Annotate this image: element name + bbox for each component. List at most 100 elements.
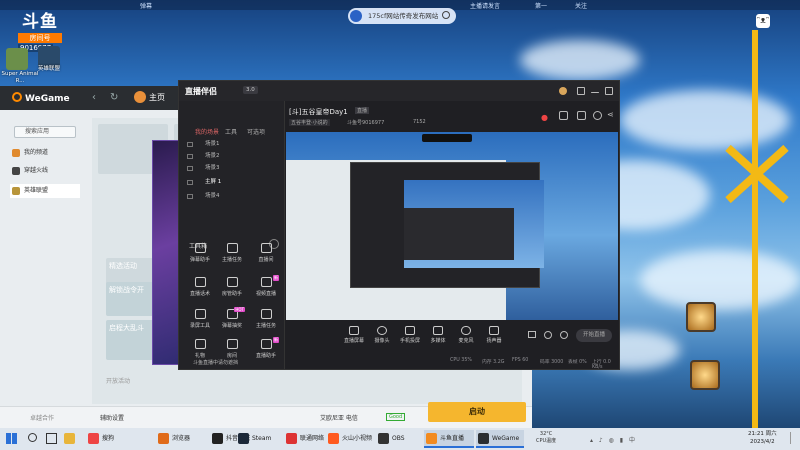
gear-icon[interactable] (560, 331, 568, 339)
tool-task2[interactable]: 主播任务 (251, 309, 281, 335)
scene-item-active[interactable]: 主屏 1 (185, 177, 275, 188)
close-icon[interactable] (605, 87, 613, 95)
microphone-button[interactable]: 麦克风 (454, 326, 478, 344)
stream-title[interactable]: [斗]五谷皇帝Day1 (289, 107, 348, 117)
status-bar: CPU 35% 内存 3.2G FPS 60 码率 3000 丢帧 0% 上行 … (286, 354, 618, 370)
taskbar-item-browser[interactable]: 浏览器 (156, 430, 202, 448)
sidebar-item-lol[interactable]: 英雄联盟 (10, 184, 80, 198)
server-select[interactable]: 艾欧尼亚 电信 (320, 413, 358, 422)
tab-home[interactable]: 主页 (134, 91, 165, 105)
notification-bell-icon[interactable]: ● (541, 113, 548, 122)
taskbar-item-douyu[interactable]: 斗鱼直播 (424, 430, 474, 448)
status-upload: 上行 0.0 KB/s (592, 360, 611, 370)
category-tag[interactable]: 五谷丰登·小说的 (289, 119, 330, 126)
stream-info-bar: [斗]五谷皇帝Day1 直播 五谷丰登·小说的 斗鱼号9016977 7152 … (287, 103, 619, 133)
desktop-app-icon[interactable] (6, 48, 28, 70)
panel-title: 开放活动 (106, 378, 131, 385)
preview-nested-window (404, 208, 514, 260)
show-desktop-button[interactable] (790, 432, 796, 444)
tool-task[interactable]: 主播任务 (217, 243, 247, 269)
clock[interactable]: 21:21 周六 2023/4/2 (748, 430, 777, 446)
windows-start-icon[interactable] (6, 433, 17, 444)
record-icon[interactable] (577, 111, 586, 120)
cloud (640, 250, 800, 310)
search-icon[interactable] (442, 11, 450, 19)
tab-tools[interactable]: 工具 (225, 127, 237, 136)
lock-icon[interactable] (559, 111, 568, 120)
railway-pole (752, 30, 758, 428)
scene-item[interactable]: 场景2 (185, 151, 275, 162)
desktop-app-label: 英雄联盟 (37, 66, 60, 72)
preview-controls (286, 320, 618, 350)
lol-desktop-icon[interactable] (38, 46, 60, 68)
tool-danmu[interactable]: 弹幕助手 (185, 243, 215, 269)
footer-left: 卓越合作 (30, 415, 55, 422)
cpu-temp-widget: 32°C CPU温度 (536, 431, 557, 444)
taskbar-item-obs[interactable]: OBS (376, 430, 420, 448)
screen-capture-button[interactable]: 直播屏幕 (342, 326, 366, 344)
file-explorer-icon[interactable] (64, 433, 75, 444)
user-avatar[interactable] (559, 87, 567, 95)
tool-lottery[interactable]: 弹幕抽奖 HOT (217, 307, 247, 335)
scene-item[interactable]: 场景4 (185, 191, 275, 202)
launch-button[interactable]: 启动 (428, 402, 526, 422)
promo-tile[interactable]: 启程大乱斗 (106, 320, 156, 360)
sidebar-item-cf[interactable]: 穿越火线 (10, 164, 80, 178)
eye-icon[interactable] (544, 331, 552, 339)
scene-item[interactable]: 场景3 (185, 163, 275, 174)
signal-lamp (686, 302, 716, 332)
bottom-tip: 斗鱼直播中请勿遮挡 (193, 360, 239, 366)
top-search-bar[interactable]: 175cf网站传奇发布网站 (348, 8, 456, 24)
tool-script[interactable]: 直播话术 (185, 277, 215, 303)
taskbar-item-huoshan[interactable]: 火山小视频 (326, 430, 374, 448)
taskbar-item-steam[interactable]: Steam (236, 430, 280, 448)
tab-options[interactable]: 可选项 (247, 127, 265, 136)
topbar-left: 弹幕 (140, 3, 153, 10)
taskbar-item-wegame[interactable]: WeGame (476, 430, 524, 448)
scene-item[interactable]: 场景1 (185, 139, 275, 150)
taskbar-item-sogou[interactable]: 搜狗 (86, 430, 136, 448)
promo-tile[interactable]: 解锁战令开 (106, 282, 156, 316)
tool-admin[interactable]: 房管助手 (217, 277, 247, 303)
speaker-button[interactable]: 扬声器 (482, 326, 506, 344)
room-id: 斗鱼号9016977 (347, 120, 385, 126)
title-tag: 直播 (355, 107, 370, 114)
home-avatar-icon (134, 91, 146, 103)
zbs-titlebar: 直播伴侣 3.0 (179, 81, 619, 101)
cat-icon[interactable]: ᵔᴥᵔ (756, 14, 770, 28)
wegame-logo-icon (12, 92, 22, 102)
tool-room[interactable]: 直播间 (251, 243, 281, 269)
task-view-icon[interactable] (46, 433, 57, 444)
camera-button[interactable]: 摄像头 (370, 326, 394, 344)
cloud (620, 90, 790, 150)
app-search-input[interactable]: 搜索应用 (14, 126, 76, 138)
taskbar-item-network[interactable]: 联通网络 (284, 430, 330, 448)
tab-scenes[interactable]: 我的场景 (195, 127, 219, 136)
media-button[interactable]: 多媒体 (426, 326, 450, 344)
status-cpu: CPU 35% (450, 358, 472, 363)
douyu-logo-text: 斗鱼 (22, 12, 58, 32)
system-tray-icons[interactable]: ▴ ♪ ◍ ▮ 中 (590, 435, 680, 444)
zbs-logo: 直播伴侣 (185, 87, 217, 96)
taskbar-search-icon[interactable] (28, 433, 37, 442)
status-dropped: 丢帧 0% (568, 360, 587, 365)
tool-record[interactable]: 录屏工具 (185, 309, 215, 335)
sidebar-item-channel[interactable]: 我的频道 (10, 146, 80, 160)
start-live-button[interactable]: 开始直播 (576, 329, 612, 342)
stream-preview[interactable] (286, 132, 618, 320)
share-icon[interactable]: ⋖ (607, 110, 614, 119)
minimize-icon[interactable] (591, 92, 599, 93)
status-mem: 内存 3.2G (482, 360, 505, 365)
refresh-icon[interactable]: ↻ (110, 92, 118, 103)
wegame-sidebar: 搜索应用 我的频道 穿越火线 英雄联盟 (6, 118, 80, 418)
menu-icon[interactable] (577, 87, 585, 95)
bell-icon[interactable] (593, 111, 602, 120)
back-arrow-icon[interactable]: ‹ (92, 92, 96, 103)
tool-helper[interactable]: 直播助手新 (251, 337, 281, 365)
helper-settings-link[interactable]: 辅助设置 (100, 413, 124, 422)
avatar (350, 10, 362, 22)
video-icon[interactable] (528, 331, 536, 338)
tool-video[interactable]: 视频直播新 (251, 275, 281, 303)
desktop-app-label: Super Animal R... (1, 71, 39, 84)
phone-cast-button[interactable]: 手机投屏 (398, 326, 422, 344)
